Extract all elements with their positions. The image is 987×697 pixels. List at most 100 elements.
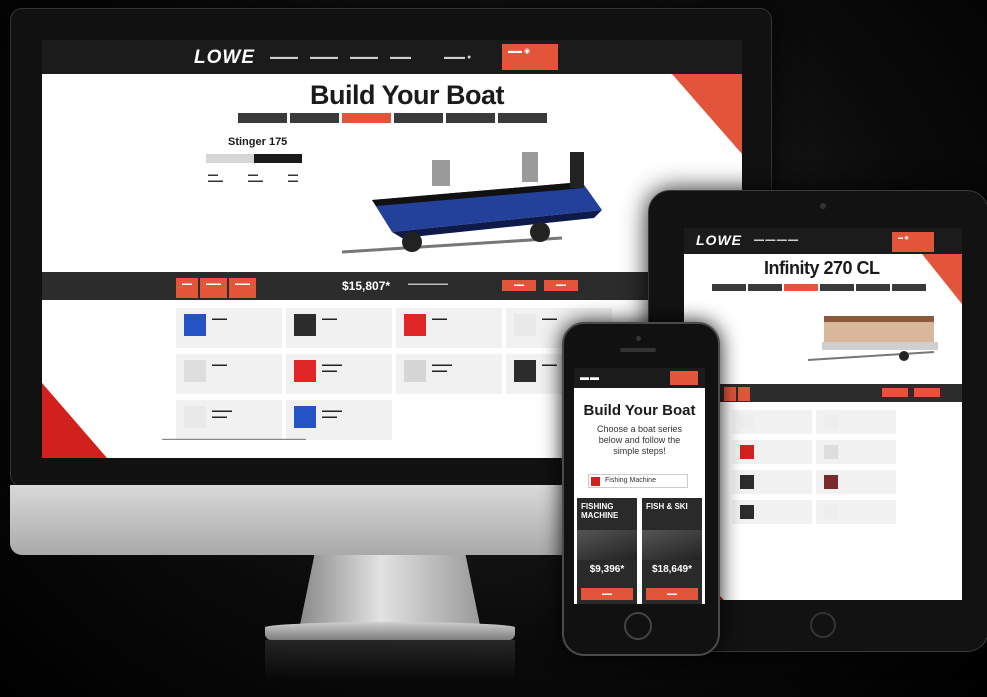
toggle-option-active[interactable]: [254, 154, 302, 163]
progress-step[interactable]: [738, 387, 750, 401]
boat-model-name: Infinity 270 CL: [764, 258, 880, 278]
color-option[interactable]: [732, 440, 812, 464]
step-tab[interactable]: [290, 113, 339, 123]
step-tab[interactable]: [446, 113, 495, 123]
color-option[interactable]: ▬▬▬▬ ▬▬▬: [396, 354, 502, 394]
nav-link[interactable]: ▬▬ ▬▬ ▬▬ ▬▬: [754, 237, 798, 243]
step-tab[interactable]: [238, 113, 287, 123]
build-button[interactable]: ▬▬: [646, 588, 698, 600]
nav-link[interactable]: ▬▬▬: [390, 54, 411, 61]
tablet-navbar: LOWE ▬▬ ▬▬ ▬▬ ▬▬ ▬ ◉: [684, 228, 962, 254]
progress-step[interactable]: [724, 387, 736, 401]
action-button[interactable]: ▬▬: [502, 280, 536, 291]
step-tabs: [712, 284, 926, 291]
action-button[interactable]: [882, 388, 908, 397]
series-select-value: Fishing Machine: [605, 477, 656, 484]
series-card[interactable]: FISHING MACHINE $9,396* ▬▬: [577, 498, 637, 604]
color-swatch: [404, 314, 426, 336]
color-option[interactable]: [732, 410, 812, 434]
color-option[interactable]: [732, 500, 812, 524]
color-swatch: [824, 445, 838, 459]
step-tab-active[interactable]: [342, 113, 391, 123]
color-swatch: [740, 475, 754, 489]
disclaimer-text: ▬▬▬▬▬▬▬▬▬▬▬▬▬▬▬▬▬▬▬▬▬▬▬▬▬▬▬▬▬▬▬▬▬▬▬▬: [162, 436, 306, 441]
boat-image: [341, 152, 602, 254]
series-card-image: [642, 530, 702, 560]
imac-base: [265, 622, 515, 640]
progress-step[interactable]: ▬▬: [176, 278, 198, 298]
brand-logo[interactable]: LOWE: [696, 232, 742, 248]
nav-cta-button[interactable]: [670, 371, 698, 385]
price-bar: [684, 384, 962, 402]
series-card[interactable]: FISH & SKI $18,649* ▬▬: [642, 498, 702, 604]
color-option[interactable]: ▬▬▬▬ ▬▬▬: [286, 354, 392, 394]
dealer-locator[interactable]: ▬▬▬ ●: [444, 54, 471, 61]
color-swatch: [740, 445, 754, 459]
color-option-label: ▬▬▬▬ ▬▬▬: [322, 362, 342, 374]
decor-triangle: [922, 254, 962, 304]
progress-step[interactable]: ▬▬▬: [200, 278, 227, 298]
color-swatch: [514, 360, 536, 382]
decor-triangle: [42, 383, 107, 458]
color-option[interactable]: [816, 410, 896, 434]
build-button[interactable]: ▬▬: [581, 588, 633, 600]
color-option[interactable]: [816, 440, 896, 464]
boat-model-name: Stinger 175: [228, 136, 288, 148]
color-swatch: [514, 314, 536, 336]
color-option-label: ▬▬▬▬ ▬▬▬: [432, 362, 452, 374]
spec-item: ▬▬ ▬▬▬: [248, 172, 263, 184]
spec-item: ▬▬ ▬▬: [288, 172, 298, 184]
color-option-label: ▬▬▬: [322, 316, 337, 322]
iphone-home-button[interactable]: [624, 612, 652, 640]
color-option[interactable]: [816, 500, 896, 524]
color-swatch: [184, 406, 206, 428]
imac-reflection: [265, 640, 515, 680]
brand-logo[interactable]: ▬▬: [580, 372, 600, 382]
nav-link[interactable]: ▬▬▬▬: [350, 54, 378, 61]
ipad-camera: [820, 203, 826, 209]
step-tab[interactable]: [712, 284, 746, 291]
brand-logo[interactable]: LOWE: [194, 47, 255, 69]
series-card-price: $9,396*: [589, 564, 625, 575]
color-option[interactable]: ▬▬▬: [286, 308, 392, 348]
action-button[interactable]: ▬▬: [544, 280, 578, 291]
action-button[interactable]: [914, 388, 940, 397]
color-swatch: [184, 360, 206, 382]
color-option[interactable]: ▬▬▬: [396, 308, 502, 348]
color-option[interactable]: [732, 470, 812, 494]
step-tab[interactable]: [498, 113, 547, 123]
color-option[interactable]: ▬▬▬▬ ▬▬▬: [286, 400, 392, 440]
step-tab[interactable]: [394, 113, 443, 123]
color-option[interactable]: [816, 470, 896, 494]
color-swatch: [740, 505, 754, 519]
step-tab[interactable]: [892, 284, 926, 291]
page-title: Build Your Boat: [310, 80, 505, 110]
color-option-label: ▬▬▬: [432, 316, 447, 322]
step-tab[interactable]: [748, 284, 782, 291]
nav-cta-button[interactable]: ▬▬ ◉: [502, 44, 558, 70]
step-tab[interactable]: [856, 284, 890, 291]
nav-cta-button[interactable]: ▬ ◉: [892, 232, 934, 252]
series-select[interactable]: Fishing Machine: [588, 474, 688, 488]
pontoon-image: [807, 316, 938, 361]
ipad-home-button[interactable]: [810, 612, 836, 638]
color-swatch: [294, 360, 316, 382]
progress-steps: [724, 387, 752, 401]
color-option-label: ▬▬▬: [212, 362, 227, 368]
step-tab[interactable]: [820, 284, 854, 291]
phone-screen: ▬▬ Build Your Boat Choose a boat series …: [574, 368, 705, 604]
color-option-label: ▬▬▬: [212, 316, 227, 322]
nav-link[interactable]: ▬▬▬▬: [310, 54, 338, 61]
progress-step[interactable]: ▬▬▬: [229, 278, 256, 298]
color-swatch: [404, 360, 426, 382]
nav-link[interactable]: ▬▬▬▬: [270, 54, 298, 61]
iphone-camera: [636, 336, 641, 341]
color-option[interactable]: ▬▬▬▬ ▬▬▬: [176, 400, 282, 440]
color-option[interactable]: ▬▬▬: [176, 354, 282, 394]
tablet-screen: LOWE ▬▬ ▬▬ ▬▬ ▬▬ ▬ ◉ Infinity 270 CL: [684, 228, 962, 600]
color-option[interactable]: ▬▬▬: [176, 308, 282, 348]
desktop-navbar: LOWE ▬▬▬▬ ▬▬▬▬ ▬▬▬▬ ▬▬▬ ▬▬▬ ● ▬▬ ◉: [42, 40, 742, 74]
color-swatch: [824, 475, 838, 489]
toggle-option[interactable]: [206, 154, 254, 163]
step-tab-active[interactable]: [784, 284, 818, 291]
